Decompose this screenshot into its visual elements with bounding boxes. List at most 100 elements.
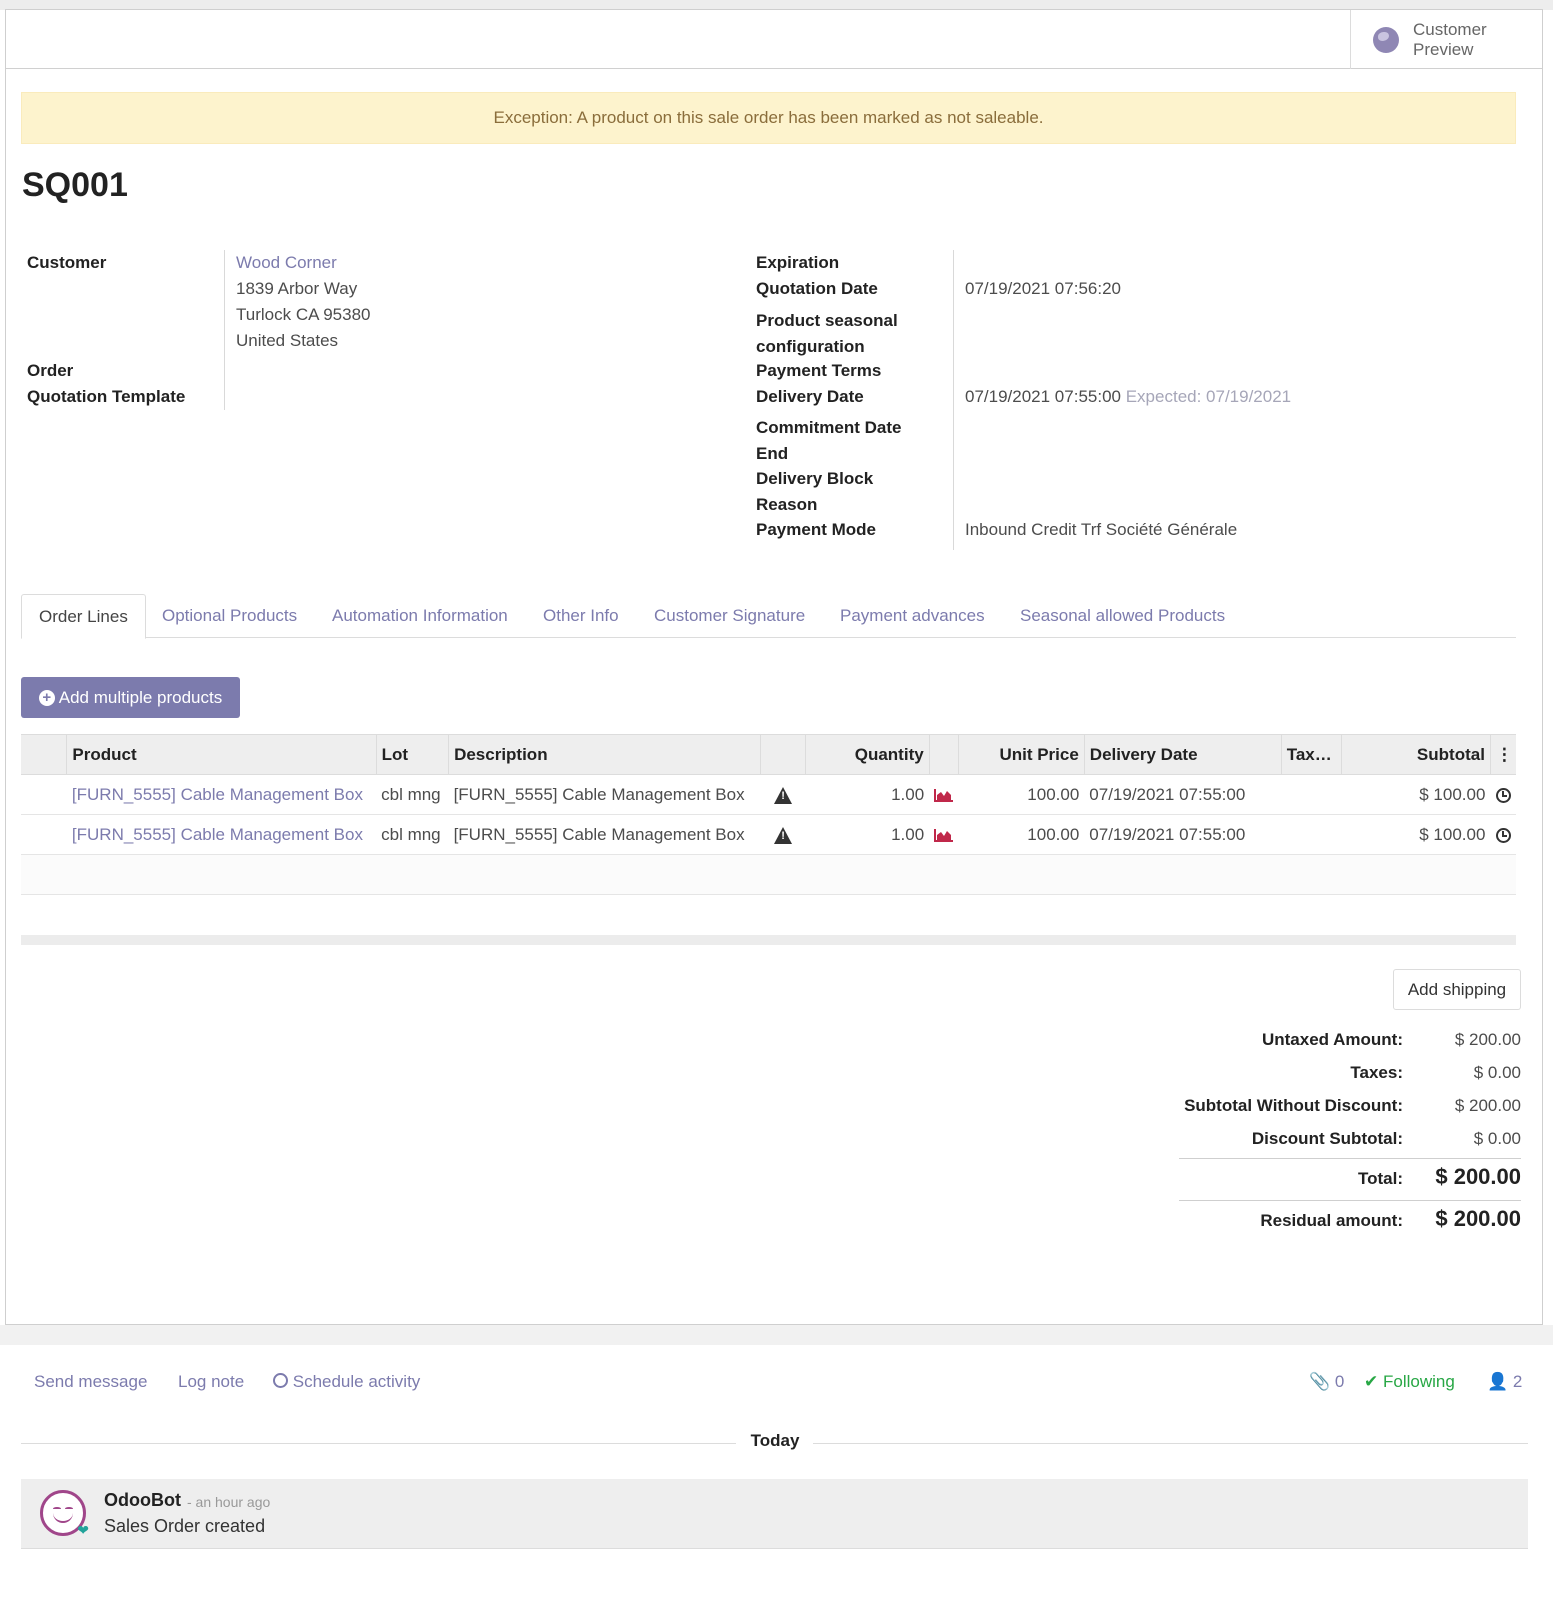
delivery-date-column-header[interactable]: Delivery Date bbox=[1083, 734, 1282, 775]
table-row[interactable]: [FURN_5555] Cable Management Box cbl mng… bbox=[21, 774, 1516, 815]
message-author[interactable]: OdooBot bbox=[104, 1490, 181, 1511]
tab-order-lines[interactable]: Order Lines bbox=[21, 594, 146, 639]
delivery-block-label-line2: Reason bbox=[756, 495, 818, 514]
avatar[interactable]: ❤ bbox=[40, 1490, 89, 1538]
description-column-header[interactable]: Description bbox=[448, 734, 761, 775]
schedule-activity-button[interactable]: Schedule activity bbox=[273, 1372, 420, 1392]
discount-subtotal-value: $ 0.00 bbox=[1473, 1129, 1521, 1148]
delivery-date-field[interactable]: 07/19/2021 07:55:00 Expected: 07/19/2021 bbox=[965, 384, 1291, 410]
payment-terms-label: Payment Terms bbox=[756, 361, 882, 380]
clock-icon[interactable] bbox=[1495, 827, 1511, 843]
taxes-label: Taxes: bbox=[1350, 1063, 1403, 1082]
untaxed-amount-value: $ 200.00 bbox=[1454, 1030, 1521, 1049]
sheet-button-box: Customer Preview bbox=[6, 10, 1542, 69]
add-multiple-products-button[interactable]: + Add multiple products bbox=[21, 677, 240, 718]
table-footer-bar bbox=[21, 935, 1516, 945]
warning-column-header bbox=[760, 734, 806, 775]
vertical-ellipsis-icon: ⋮ bbox=[1495, 744, 1513, 764]
message-timestamp: - an hour ago bbox=[187, 1494, 271, 1510]
payment-mode-label: Payment Mode bbox=[756, 520, 876, 539]
order-lines-table: Product Lot Description Quantity Unit Pr… bbox=[21, 734, 1516, 895]
handle-column-header bbox=[21, 734, 67, 775]
area-chart-icon[interactable] bbox=[934, 788, 954, 803]
product-column-header[interactable]: Product bbox=[66, 734, 377, 775]
table-row[interactable]: [FURN_5555] Cable Management Box cbl mng… bbox=[21, 814, 1516, 855]
schedule-activity-label: Schedule activity bbox=[292, 1372, 421, 1391]
total-value: $ 200.00 bbox=[1435, 1164, 1521, 1189]
message-body: Sales Order created bbox=[104, 1516, 266, 1536]
forecast-column-header bbox=[928, 734, 959, 775]
product-cell-link[interactable]: [FURN_5555] Cable Management Box bbox=[72, 825, 363, 844]
followers-button[interactable]: 👤 2 bbox=[1487, 1372, 1522, 1392]
lot-cell: cbl mng bbox=[376, 814, 449, 855]
quotation-date-field[interactable]: 07/19/2021 07:56:20 bbox=[965, 276, 1121, 302]
check-icon: ✔ bbox=[1364, 1372, 1379, 1391]
customer-preview-button[interactable]: Customer Preview bbox=[1350, 10, 1542, 69]
send-message-button[interactable]: Send message bbox=[34, 1372, 147, 1392]
table-header-row: Product Lot Description Quantity Unit Pr… bbox=[21, 734, 1516, 775]
heart-icon: ❤ bbox=[77, 1522, 89, 1538]
log-note-button[interactable]: Log note bbox=[178, 1372, 244, 1392]
commitment-date-end-label: Commitment Date End bbox=[756, 415, 901, 467]
residual-divider bbox=[1179, 1200, 1521, 1201]
tab-optional-products[interactable]: Optional Products bbox=[145, 594, 314, 639]
quantity-cell: 1.00 bbox=[805, 774, 930, 815]
quotation-template-label: Quotation Template bbox=[27, 387, 186, 406]
empty-row bbox=[21, 854, 1516, 895]
residual-amount-value: $ 200.00 bbox=[1435, 1206, 1521, 1231]
taxes-cell bbox=[1281, 814, 1342, 855]
taxes-cell bbox=[1281, 774, 1342, 815]
subtotal-without-discount-value: $ 200.00 bbox=[1454, 1096, 1521, 1115]
delivery-block-label-line1: Delivery Block bbox=[756, 469, 874, 488]
unit-price-cell: 100.00 bbox=[958, 774, 1085, 815]
customer-address: Wood Corner 1839 Arbor Way Turlock CA 95… bbox=[236, 250, 371, 354]
product-cell-link[interactable]: [FURN_5555] Cable Management Box bbox=[72, 785, 363, 804]
notebook-tabs: Order Lines Optional Products Automation… bbox=[21, 594, 1516, 639]
residual-amount-label: Residual amount: bbox=[1260, 1211, 1403, 1230]
order-label: Order bbox=[27, 361, 74, 380]
lot-cell: cbl mng bbox=[376, 774, 449, 815]
plus-circle-icon: + bbox=[38, 689, 55, 706]
discount-subtotal-label: Discount Subtotal: bbox=[1251, 1129, 1403, 1148]
add-shipping-button[interactable]: Add shipping bbox=[1393, 969, 1521, 1010]
commitment-date-label-line2: End bbox=[756, 444, 789, 463]
taxes-column-header[interactable]: Tax… bbox=[1280, 734, 1342, 775]
delivery-date-cell: 07/19/2021 07:55:00 bbox=[1084, 774, 1282, 815]
area-chart-icon[interactable] bbox=[934, 828, 954, 843]
quotation-date-label: Quotation Date bbox=[756, 279, 878, 298]
optional-columns-toggle[interactable]: ⋮ bbox=[1489, 734, 1516, 775]
quantity-column-header[interactable]: Quantity bbox=[805, 734, 930, 775]
description-cell: [FURN_5555] Cable Management Box bbox=[448, 774, 761, 815]
clock-icon[interactable] bbox=[1495, 787, 1511, 803]
left-group-divider bbox=[224, 250, 225, 410]
description-cell: [FURN_5555] Cable Management Box bbox=[448, 814, 761, 855]
attachments-button[interactable]: 📎 0 bbox=[1309, 1372, 1344, 1392]
tab-customer-signature[interactable]: Customer Signature bbox=[637, 594, 822, 639]
customer-label: Customer bbox=[27, 253, 107, 272]
exception-alert: Exception: A product on this sale order … bbox=[21, 92, 1516, 144]
unit-price-column-header[interactable]: Unit Price bbox=[958, 734, 1085, 775]
address-line-1: 1839 Arbor Way bbox=[236, 279, 358, 298]
warning-triangle-icon[interactable] bbox=[774, 826, 793, 844]
lot-column-header[interactable]: Lot bbox=[375, 734, 449, 775]
delivery-date-label: Delivery Date bbox=[756, 387, 864, 406]
clock-icon bbox=[273, 1373, 288, 1388]
customer-preview-label: Customer Preview bbox=[1413, 19, 1487, 59]
record-title: SQ001 bbox=[22, 166, 128, 204]
warning-triangle-icon[interactable] bbox=[774, 786, 793, 804]
row-handle bbox=[21, 774, 67, 815]
tab-seasonal-allowed-products[interactable]: Seasonal allowed Products bbox=[1003, 594, 1242, 639]
tab-automation-information[interactable]: Automation Information bbox=[315, 594, 525, 639]
following-button[interactable]: ✔ Following bbox=[1364, 1372, 1455, 1392]
form-sheet: Customer Preview bbox=[5, 9, 1543, 1325]
tab-payment-advances[interactable]: Payment advances bbox=[823, 594, 1002, 639]
payment-mode-field[interactable]: Inbound Credit Trf Société Générale bbox=[965, 517, 1237, 543]
delivery-block-reason-label: Delivery Block Reason bbox=[756, 466, 873, 518]
delivery-date-cell: 07/19/2021 07:55:00 bbox=[1084, 814, 1282, 855]
tab-other-info[interactable]: Other Info bbox=[526, 594, 636, 639]
subtotal-without-discount-label: Subtotal Without Discount: bbox=[1184, 1096, 1403, 1115]
subtotal-column-header[interactable]: Subtotal bbox=[1340, 734, 1491, 775]
customer-link[interactable]: Wood Corner bbox=[236, 253, 337, 272]
quantity-cell: 1.00 bbox=[805, 814, 930, 855]
totals-divider bbox=[1179, 1158, 1521, 1159]
